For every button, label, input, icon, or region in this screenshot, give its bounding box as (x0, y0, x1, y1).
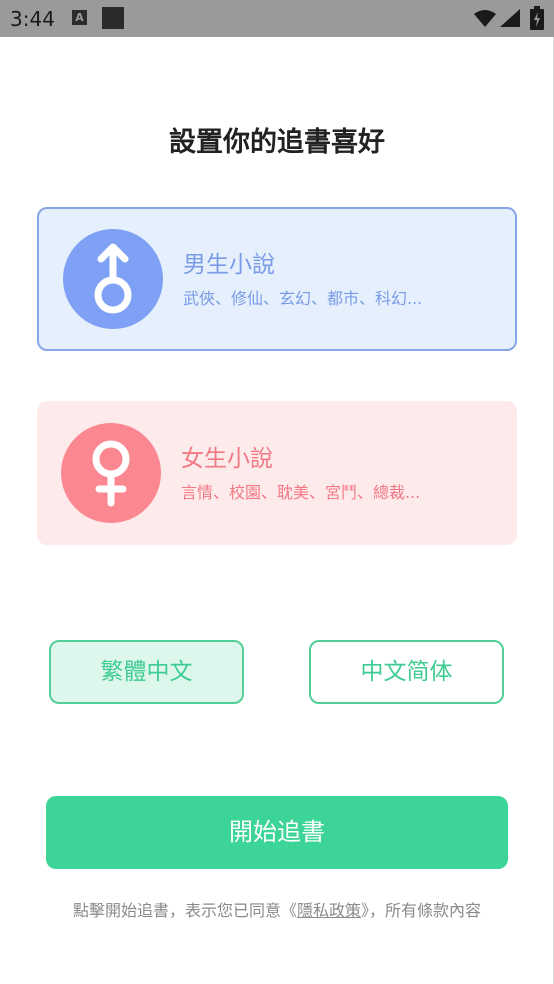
battery-icon (530, 6, 544, 30)
female-symbol-icon (61, 423, 161, 523)
female-card-title: 女生小說 (181, 446, 273, 472)
privacy-policy-link[interactable]: 隱私政策 (297, 901, 361, 920)
page-title: 設置你的追書喜好 (169, 127, 385, 158)
status-bar: 3:44 A (0, 0, 554, 37)
notification-a-icon: A (72, 10, 87, 25)
square-notification-icon (102, 7, 124, 29)
start-reading-button[interactable]: 開始追書 (46, 796, 508, 869)
male-symbol-icon (63, 229, 163, 329)
status-time: 3:44 (10, 7, 55, 31)
footer-agreement: 點擊開始追書，表示您已同意《隱私政策》，所有條款內容 (0, 897, 554, 921)
male-novel-card[interactable]: 男生小說 武俠、修仙、玄幻、都市、科幻... (37, 207, 517, 351)
wifi-icon (474, 10, 496, 27)
footer-prefix: 點擊開始追書，表示您已同意《 (72, 901, 297, 920)
signal-icon (500, 9, 520, 27)
footer-suffix: 》，所有條款內容 (361, 901, 482, 920)
traditional-chinese-button[interactable]: 繁體中文 (49, 640, 244, 704)
female-novel-card[interactable]: 女生小說 言情、校園、耽美、宮鬥、總裁... (37, 401, 517, 545)
female-card-subtitle: 言情、校園、耽美、宮鬥、總裁... (181, 483, 421, 502)
male-card-title: 男生小說 (183, 252, 275, 278)
male-card-subtitle: 武俠、修仙、玄幻、都市、科幻... (183, 289, 423, 308)
simplified-chinese-button[interactable]: 中文简体 (309, 640, 504, 704)
